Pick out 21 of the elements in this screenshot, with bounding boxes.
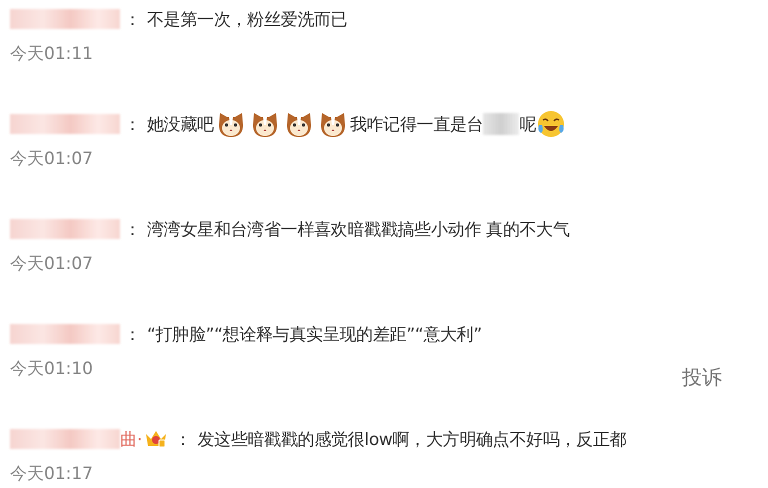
comment-text: 湾湾女星和台湾省一样喜欢暗戳戳搞些小动作 真的不大气	[147, 218, 570, 240]
comment-text: 她没藏吧	[147, 114, 214, 136]
comment-text: “打肿脸”“想诠释与真实呈现的差距”“意大利”	[147, 324, 482, 346]
comment-text: 呢	[519, 114, 536, 136]
username[interactable]: 曲·	[120, 428, 142, 450]
colon: ：	[124, 8, 141, 30]
comment-text: 我咋记得一直是台	[350, 114, 484, 136]
colon: ：	[124, 114, 141, 136]
colon: ：	[124, 324, 141, 346]
comment-time: 今天01:11	[10, 43, 93, 65]
comment-time: 今天01:07	[10, 253, 93, 275]
report-link[interactable]: 投诉	[682, 364, 722, 391]
comment-time: 今天01:17	[10, 463, 93, 485]
blurred-text	[483, 113, 520, 135]
comment-time: 今天01:10	[10, 358, 93, 380]
comment-text: 不是第一次，粉丝爱洗而已	[147, 8, 348, 30]
colon: ：	[174, 428, 192, 450]
comment-text: 发这些暗戳戳的感觉很low啊，大方明确点不好吗，反正都	[197, 428, 626, 450]
colon: ：	[124, 218, 141, 240]
comment-time: 今天01:07	[10, 148, 93, 170]
laughing-emoji-icon	[536, 109, 566, 139]
